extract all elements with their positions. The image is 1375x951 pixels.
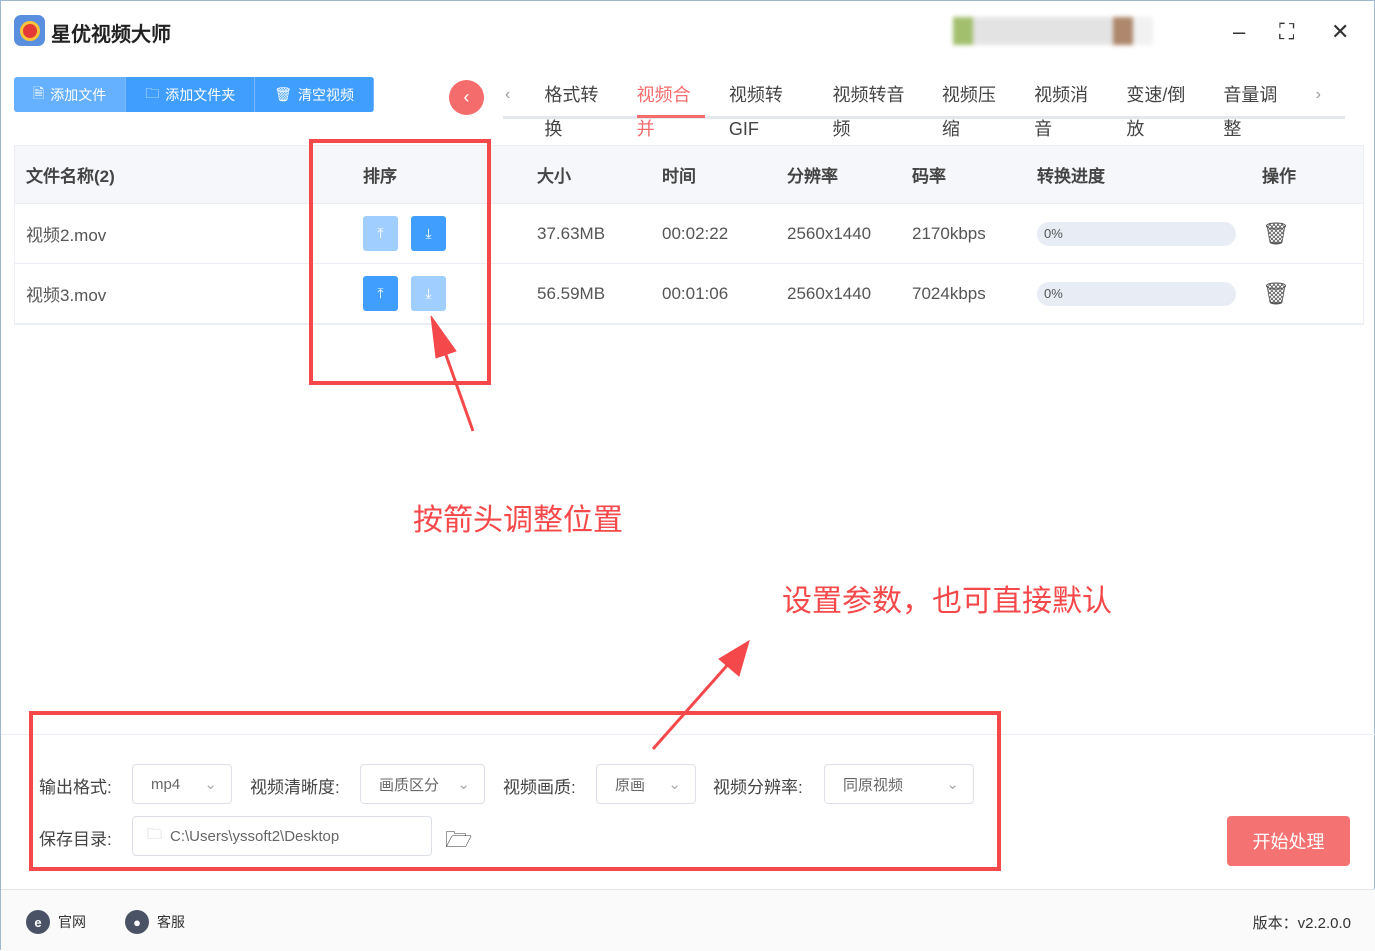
annotation-text-params: 设置参数，也可直接默认: [782, 585, 1112, 618]
annotation-arrows: [430, 315, 750, 750]
annotation-text-arrows: 按箭头调整位置: [413, 504, 623, 537]
arrow-up-icon: [430, 315, 475, 432]
arrow-up-right-icon: [651, 639, 750, 750]
